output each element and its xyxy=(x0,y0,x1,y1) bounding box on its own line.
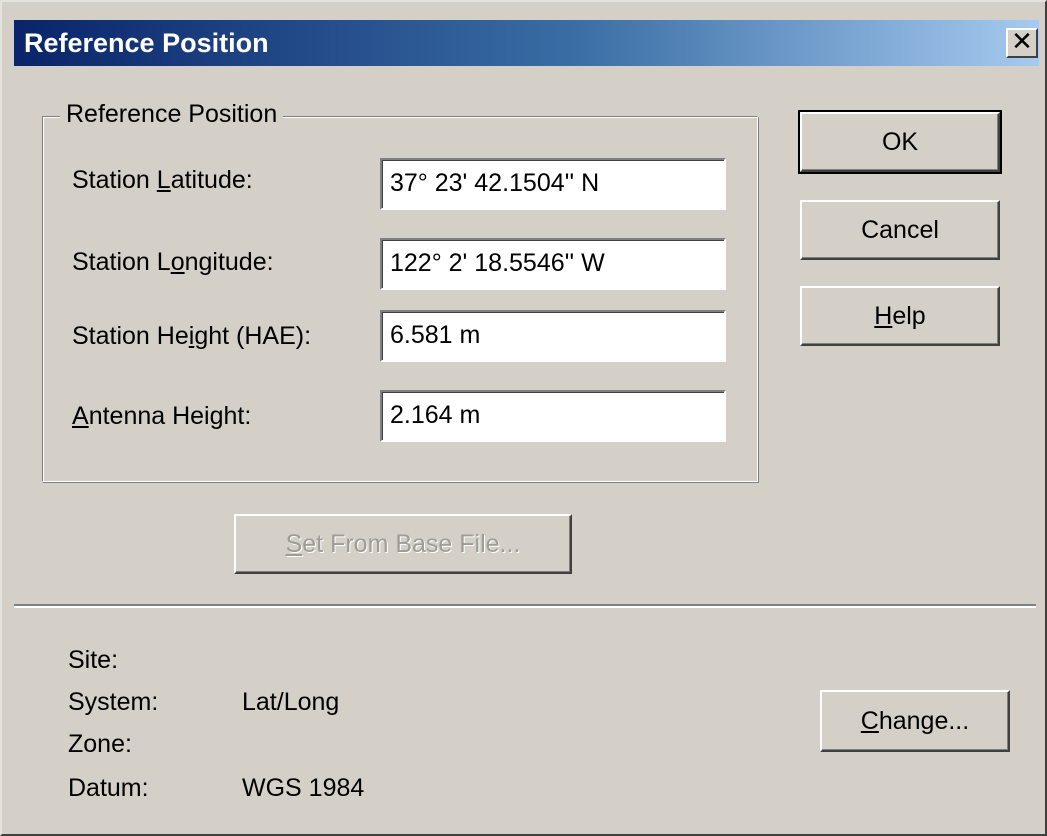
mnemonic-underline: A xyxy=(72,402,89,430)
group-legend: Reference Position xyxy=(60,98,284,130)
mnemonic-underline: H xyxy=(874,302,893,330)
separator xyxy=(14,604,1036,608)
cancel-button[interactable]: Cancel xyxy=(800,200,1000,260)
close-button[interactable]: ✕ xyxy=(1006,28,1038,58)
site-label: Site: xyxy=(68,646,119,674)
title-bar[interactable]: Reference Position ✕ xyxy=(14,20,1039,66)
ok-button[interactable]: OK xyxy=(798,110,1002,174)
system-label: System: xyxy=(68,688,159,716)
reference-position-dialog: Reference Position ✕ Reference Position … xyxy=(0,0,1047,836)
station-longitude-label: Station Longitude: xyxy=(72,248,274,276)
mnemonic-underline: S xyxy=(285,530,303,558)
antenna-height-label: Antenna Height: xyxy=(72,402,252,430)
station-height-label: Station Height (HAE): xyxy=(72,322,312,350)
system-value: Lat/Long xyxy=(242,688,340,716)
window-title: Reference Position xyxy=(24,28,269,58)
zone-label: Zone: xyxy=(68,730,132,758)
set-from-base-file-button[interactable]: Set From Base File... xyxy=(234,514,572,574)
station-longitude-field[interactable]: 122° 2' 18.5546'' W xyxy=(380,238,726,290)
station-latitude-label: Station Latitude: xyxy=(72,166,253,194)
datum-value: WGS 1984 xyxy=(242,774,365,802)
station-latitude-field[interactable]: 37° 23' 42.1504'' N xyxy=(380,158,726,210)
mnemonic-underline: L xyxy=(156,166,171,194)
close-icon: ✕ xyxy=(1011,27,1033,57)
station-height-field[interactable]: 6.581 m xyxy=(380,310,726,362)
antenna-height-field[interactable]: 2.164 m xyxy=(380,390,726,442)
mnemonic-underline: C xyxy=(860,707,879,735)
help-button[interactable]: Help xyxy=(800,286,1000,346)
datum-label: Datum: xyxy=(68,774,149,802)
mnemonic-underline: o xyxy=(170,248,185,276)
change-button[interactable]: Change... xyxy=(820,690,1010,752)
